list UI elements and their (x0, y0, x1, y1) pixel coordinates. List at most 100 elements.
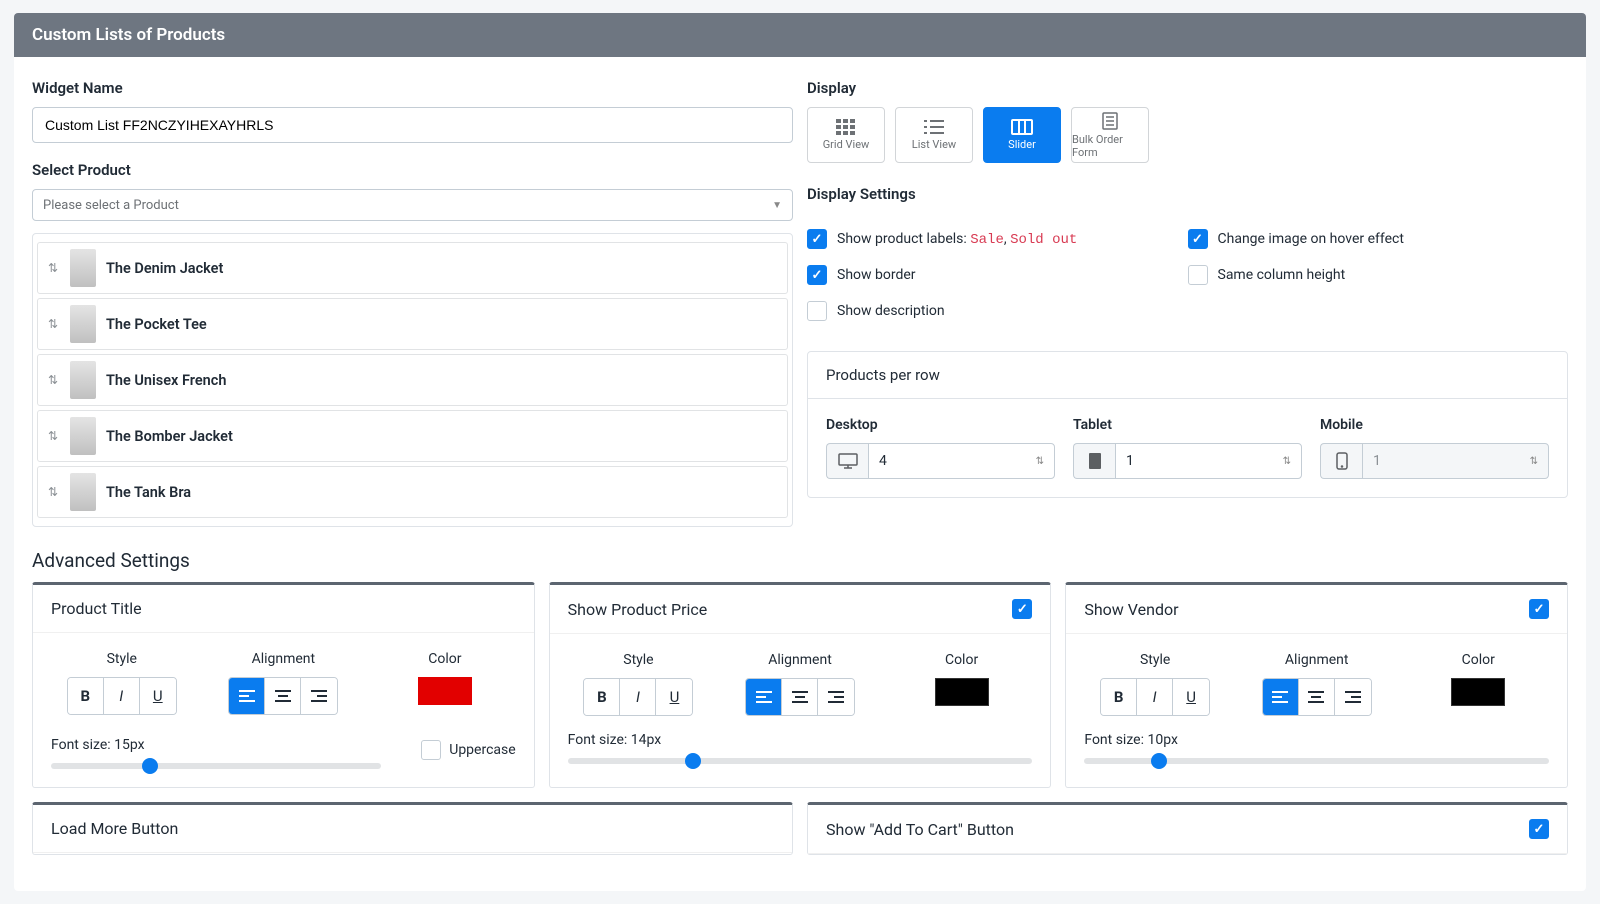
align-center-button[interactable] (265, 678, 301, 714)
show-vendor-checkbox[interactable] (1529, 599, 1549, 619)
italic-button[interactable]: I (620, 679, 656, 715)
align-center-button[interactable] (1299, 679, 1335, 715)
product-name: The Denim Jacket (106, 260, 223, 277)
align-left-button[interactable] (746, 679, 782, 715)
font-size-label: Font size: 10px (1084, 732, 1549, 748)
underline-button[interactable]: U (140, 678, 176, 714)
alignment-label: Alignment (729, 652, 871, 668)
show-border-checkbox[interactable] (807, 265, 827, 285)
same-height-checkbox[interactable] (1188, 265, 1208, 285)
show-description-label: Show description (837, 303, 945, 319)
form-icon (1101, 112, 1119, 130)
align-right-button[interactable] (301, 678, 337, 714)
show-description-checkbox[interactable] (807, 301, 827, 321)
load-more-card: Load More Button (32, 802, 793, 855)
tablet-select[interactable]: 1 ⇅ (1115, 443, 1302, 479)
select-product-label: Select Product (32, 161, 793, 179)
slider-thumb[interactable] (1151, 753, 1167, 769)
select-caret-icon: ⇅ (1036, 456, 1044, 467)
drag-handle-icon[interactable]: ⇅ (46, 261, 60, 275)
alignment-label: Alignment (213, 651, 355, 667)
view-label: List View (912, 138, 956, 151)
underline-button[interactable]: U (656, 679, 692, 715)
color-label: Color (1407, 652, 1549, 668)
slider-thumb[interactable] (142, 758, 158, 774)
tablet-icon (1073, 443, 1115, 479)
drag-handle-icon[interactable]: ⇅ (46, 317, 60, 331)
font-size-slider[interactable] (568, 758, 1033, 764)
show-labels-text: Show product labels: Sale, Sold out (837, 231, 1077, 248)
view-bulk-button[interactable]: Bulk Order Form (1071, 107, 1149, 163)
card-title: Show Product Price (568, 600, 708, 619)
bold-button[interactable]: B (584, 679, 620, 715)
view-label: Grid View (823, 138, 870, 151)
view-grid-button[interactable]: Grid View (807, 107, 885, 163)
color-swatch[interactable] (935, 678, 989, 706)
tablet-label: Tablet (1073, 417, 1302, 433)
italic-button[interactable]: I (104, 678, 140, 714)
bold-button[interactable]: B (68, 678, 104, 714)
add-to-cart-checkbox[interactable] (1529, 819, 1549, 839)
drag-handle-icon[interactable]: ⇅ (46, 373, 60, 387)
widget-name-input[interactable] (32, 107, 793, 143)
font-size-slider[interactable] (1084, 758, 1549, 764)
color-swatch[interactable] (418, 677, 472, 705)
style-label: Style (51, 651, 193, 667)
panel-header: Custom Lists of Products (14, 13, 1586, 57)
select-caret-icon: ⇅ (1283, 456, 1291, 467)
desktop-label: Desktop (826, 417, 1055, 433)
select-caret-icon: ⇅ (1530, 456, 1538, 467)
change-hover-checkbox[interactable] (1188, 229, 1208, 249)
align-right-button[interactable] (1335, 679, 1371, 715)
font-size-slider[interactable] (51, 763, 381, 769)
list-icon (924, 119, 944, 135)
product-row[interactable]: ⇅ The Denim Jacket (37, 242, 788, 294)
advanced-settings-title: Advanced Settings (32, 549, 1568, 572)
show-vendor-card: Show Vendor Style B I U (1065, 582, 1568, 788)
color-swatch[interactable] (1451, 678, 1505, 706)
view-slider-button[interactable]: Slider (983, 107, 1061, 163)
card-title: Load More Button (51, 819, 178, 838)
product-name: The Bomber Jacket (106, 428, 233, 445)
drag-handle-icon[interactable]: ⇅ (46, 429, 60, 443)
mobile-label: Mobile (1320, 417, 1549, 433)
product-row[interactable]: ⇅ The Pocket Tee (37, 298, 788, 350)
product-name: The Unisex French (106, 372, 226, 389)
display-label: Display (807, 79, 1568, 97)
mobile-select[interactable]: 1 ⇅ (1362, 443, 1549, 479)
per-row-title: Products per row (808, 352, 1567, 399)
select-product-dropdown[interactable]: Please select a Product ▼ (32, 189, 793, 221)
show-price-checkbox[interactable] (1012, 599, 1032, 619)
uppercase-checkbox[interactable] (421, 740, 441, 760)
widget-name-label: Widget Name (32, 79, 793, 97)
align-center-button[interactable] (782, 679, 818, 715)
view-label: Bulk Order Form (1072, 133, 1148, 159)
product-row[interactable]: ⇅ The Unisex French (37, 354, 788, 406)
font-size-label: Font size: 14px (568, 732, 1033, 748)
desktop-select[interactable]: 4 ⇅ (868, 443, 1055, 479)
italic-button[interactable]: I (1137, 679, 1173, 715)
product-thumb (70, 361, 96, 399)
product-name: The Pocket Tee (106, 316, 207, 333)
grid-icon (836, 119, 856, 135)
select-product-placeholder: Please select a Product (43, 198, 179, 213)
align-left-button[interactable] (229, 678, 265, 714)
view-list-button[interactable]: List View (895, 107, 973, 163)
drag-handle-icon[interactable]: ⇅ (46, 485, 60, 499)
product-name: The Tank Bra (106, 484, 191, 501)
product-thumb (70, 417, 96, 455)
slider-thumb[interactable] (685, 753, 701, 769)
product-row[interactable]: ⇅ The Tank Bra (37, 466, 788, 518)
align-left-button[interactable] (1263, 679, 1299, 715)
style-label: Style (568, 652, 710, 668)
align-right-button[interactable] (818, 679, 854, 715)
panel-title: Custom Lists of Products (32, 25, 225, 45)
bold-button[interactable]: B (1101, 679, 1137, 715)
add-to-cart-card: Show "Add To Cart" Button (807, 802, 1568, 855)
show-labels-checkbox[interactable] (807, 229, 827, 249)
underline-button[interactable]: U (1173, 679, 1209, 715)
card-title: Show Vendor (1084, 600, 1178, 619)
show-border-label: Show border (837, 267, 916, 283)
uppercase-label: Uppercase (449, 742, 515, 758)
product-row[interactable]: ⇅ The Bomber Jacket (37, 410, 788, 462)
